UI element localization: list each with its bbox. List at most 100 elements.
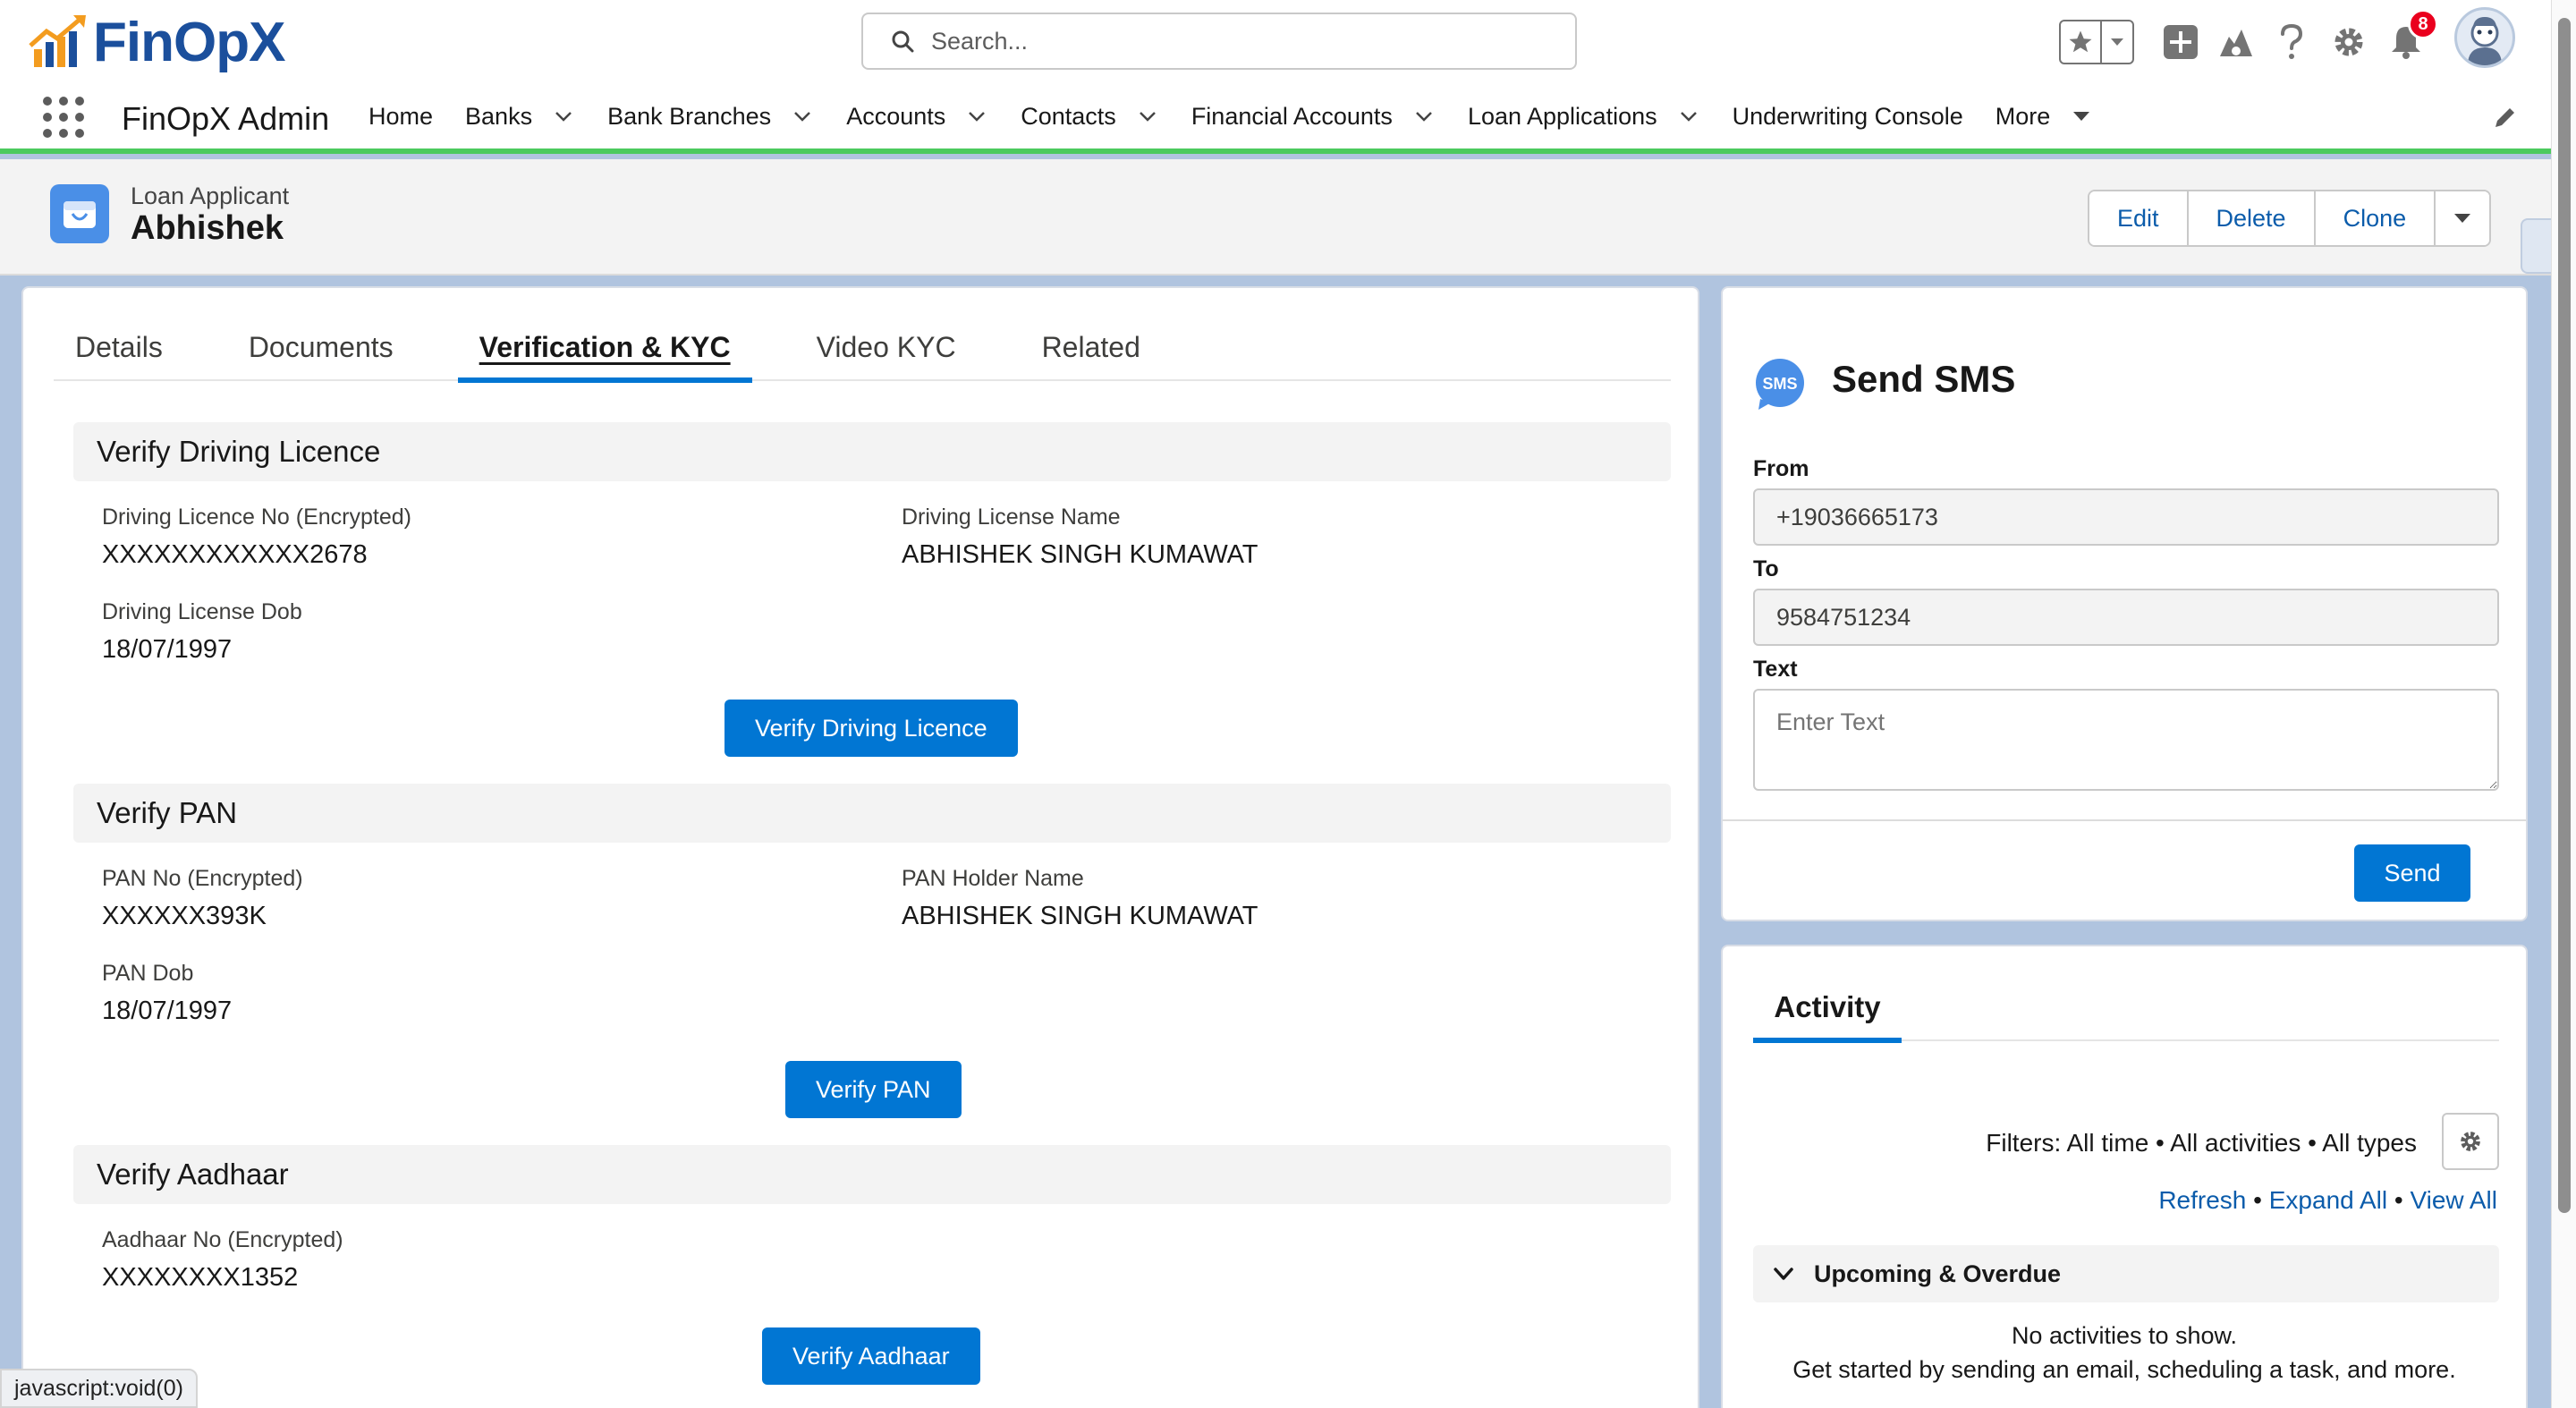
tab-verification-kyc[interactable]: Verification & KYC <box>457 327 752 383</box>
chevron-down-icon <box>2454 214 2471 223</box>
nav-item-more[interactable]: More <box>1996 103 2094 131</box>
global-add-icon[interactable] <box>2159 18 2202 66</box>
notifications-bell-icon[interactable]: 8 <box>2385 9 2438 66</box>
logo-chart-icon <box>29 15 86 67</box>
svg-text:SMS: SMS <box>1762 375 1797 393</box>
search-input[interactable] <box>931 27 1539 55</box>
pan-holder-name-label: PAN Holder Name <box>902 866 1084 891</box>
sms-footer-divider <box>1723 819 2526 821</box>
chevron-down-icon[interactable] <box>965 105 988 128</box>
tab-activity[interactable]: Activity <box>1753 988 1902 1043</box>
activity-tabs: Activity <box>1753 988 2499 1043</box>
chevron-down-icon[interactable] <box>1412 105 1436 128</box>
upcoming-overdue-section[interactable]: Upcoming & Overdue <box>1753 1245 2499 1302</box>
nav-item-financial-accounts[interactable]: Financial Accounts <box>1191 103 1436 131</box>
nav-item-bank-branches[interactable]: Bank Branches <box>607 103 814 131</box>
search-icon <box>892 30 914 53</box>
app-name: FinOpX Admin <box>122 100 330 137</box>
driving-license-name-label: Driving License Name <box>902 505 1121 530</box>
aadhaar-no-value: XXXXXXXX1352 <box>102 1263 299 1292</box>
tab-details[interactable]: Details <box>54 327 184 381</box>
global-search[interactable] <box>861 13 1577 70</box>
sms-to-field[interactable] <box>1753 589 2499 646</box>
tab-video-kyc[interactable]: Video KYC <box>795 327 978 381</box>
sms-from-field[interactable] <box>1753 488 2499 546</box>
nav-item-loan-applications[interactable]: Loan Applications <box>1468 103 1700 131</box>
chevron-down-icon[interactable] <box>791 105 814 128</box>
section-verify-driving-licence: Verify Driving Licence <box>73 422 1671 481</box>
chevron-down-icon[interactable] <box>1136 105 1159 128</box>
logo-text: FinOpX <box>93 11 285 73</box>
send-sms-title: Send SMS <box>1832 358 2016 400</box>
nav-item-label: Underwriting Console <box>1732 102 1963 130</box>
nav-item-label: Home <box>369 102 434 130</box>
driving-license-name-value: ABHISHEK SINGH KUMAWAT <box>902 540 1258 569</box>
no-activities-text: No activities to show. <box>2011 1322 2238 1349</box>
record-main-card: Details Documents Verification & KYC Video … <box>21 286 1699 1408</box>
nav-item-label: Contacts <box>1021 102 1116 130</box>
verify-pan-button[interactable]: Verify PAN <box>785 1061 962 1118</box>
driving-license-dob-value: 18/07/1997 <box>102 635 233 664</box>
nav-item-banks[interactable]: Banks <box>465 103 575 131</box>
scrollbar-thumb[interactable] <box>2558 18 2571 1213</box>
edit-button[interactable]: Edit <box>2089 191 2189 245</box>
section-verify-pan: Verify PAN <box>73 784 1671 843</box>
verify-driving-licence-button[interactable]: Verify Driving Licence <box>724 700 1018 757</box>
record-name: Abhishek <box>131 209 284 247</box>
verify-aadhaar-button[interactable]: Verify Aadhaar <box>762 1327 980 1385</box>
tab-documents[interactable]: Documents <box>227 327 415 381</box>
send-sms-button[interactable]: Send <box>2354 844 2470 902</box>
sms-text-label: Text <box>1753 657 1798 682</box>
tab-related[interactable]: Related <box>1021 327 1162 381</box>
global-header: FinOpX 8 <box>0 0 2576 84</box>
record-tabs: Details Documents Verification & KYC Video … <box>54 327 1671 383</box>
favorites-group[interactable] <box>2059 20 2134 64</box>
chevron-down-icon[interactable] <box>2070 105 2093 128</box>
pan-holder-name-value: ABHISHEK SINGH KUMAWAT <box>902 902 1258 930</box>
edit-nav-pencil-icon[interactable] <box>2492 104 2519 131</box>
sms-text-area[interactable] <box>1753 689 2499 791</box>
driving-licence-no-label: Driving Licence No (Encrypted) <box>102 505 411 530</box>
app-logo[interactable]: FinOpX <box>27 11 285 73</box>
trailhead-icon[interactable] <box>2215 18 2258 66</box>
nav-item-label: More <box>1995 102 2051 130</box>
section-verify-aadhaar: Verify Aadhaar <box>73 1145 1671 1204</box>
nav-item-underwriting-console[interactable]: Underwriting Console <box>1733 103 1963 131</box>
clone-button[interactable]: Clone <box>2315 191 2436 245</box>
view-all-link[interactable]: View All <box>2410 1186 2497 1214</box>
more-actions-dropdown-button[interactable] <box>2436 191 2490 245</box>
delete-button[interactable]: Delete <box>2188 191 2316 245</box>
nav-item-label: Bank Branches <box>607 102 772 130</box>
app-launcher-icon[interactable] <box>43 97 84 138</box>
bullet-separator: • <box>2253 1186 2269 1214</box>
nav-item-home[interactable]: Home <box>369 103 433 131</box>
expand-all-link[interactable]: Expand All <box>2269 1186 2387 1214</box>
sms-to-label: To <box>1753 556 1779 581</box>
page-scrollbar[interactable] <box>2551 0 2576 1408</box>
chevron-down-icon <box>1774 1268 1793 1280</box>
nav-item-accounts[interactable]: Accounts <box>846 103 988 131</box>
favorite-star-icon[interactable] <box>2061 21 2102 63</box>
refresh-link[interactable]: Refresh <box>2158 1186 2246 1214</box>
chevron-down-icon[interactable] <box>1677 105 1700 128</box>
setup-gear-icon[interactable] <box>2327 18 2370 66</box>
record-type-label: Loan Applicant <box>131 182 290 209</box>
record-actions: Edit Delete Clone <box>2088 190 2492 247</box>
get-started-text: Get started by sending an email, schedul… <box>1792 1356 2456 1383</box>
chevron-down-icon[interactable] <box>552 105 575 128</box>
pan-no-label: PAN No (Encrypted) <box>102 866 303 891</box>
activity-settings-button[interactable] <box>2442 1113 2499 1170</box>
nav-item-label: Loan Applications <box>1467 102 1657 130</box>
activity-card: Activity Filters: All time • All activit… <box>1721 945 2528 1408</box>
favorites-dropdown-icon[interactable] <box>2102 37 2132 47</box>
nav-item-contacts[interactable]: Contacts <box>1021 103 1159 131</box>
driving-licence-no-value: XXXXXXXXXXXX2678 <box>102 540 368 569</box>
sms-chat-icon: SMS <box>1756 359 1804 410</box>
status-bar-url: javascript:void(0) <box>0 1369 198 1408</box>
pan-dob-value: 18/07/1997 <box>102 997 233 1025</box>
help-icon[interactable] <box>2272 18 2311 66</box>
user-avatar[interactable] <box>2454 7 2515 68</box>
nav-item-label: Financial Accounts <box>1191 102 1393 130</box>
upcoming-overdue-label: Upcoming & Overdue <box>1814 1260 2062 1287</box>
sms-from-label: From <box>1753 456 1809 481</box>
